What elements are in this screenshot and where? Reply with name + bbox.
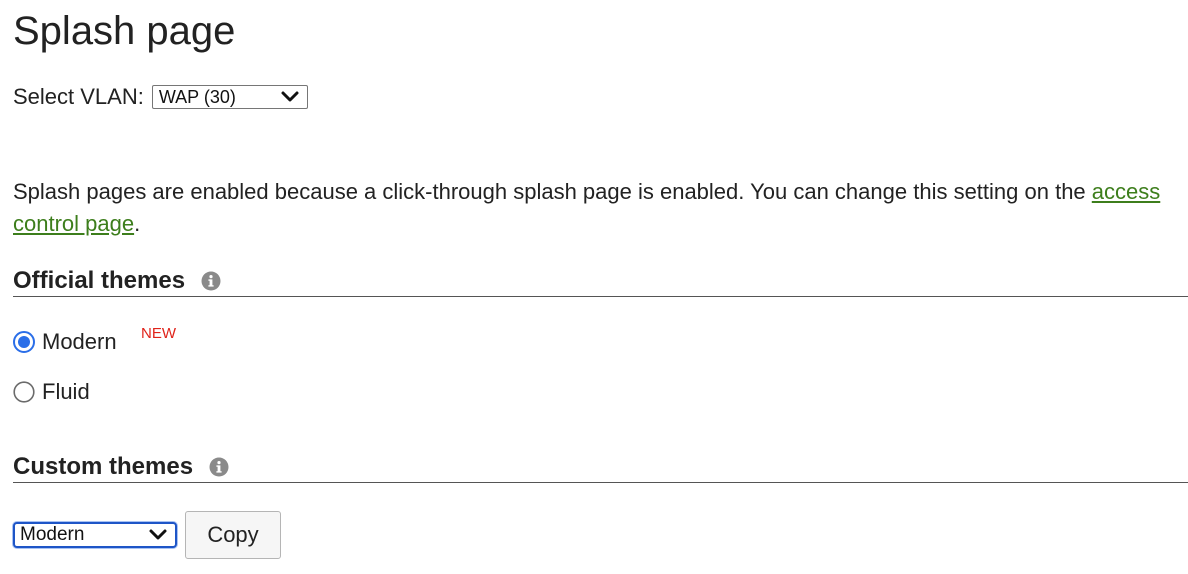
info-circle-icon[interactable] (201, 271, 221, 291)
chevron-down-icon (281, 91, 299, 102)
custom-theme-select-value: Modern (20, 524, 85, 545)
custom-theme-select[interactable]: Modern (13, 522, 177, 548)
page-title: Splash page (13, 9, 236, 53)
info-text-before: Splash pages are enabled because a click… (13, 179, 1092, 204)
chevron-down-icon (149, 529, 167, 540)
copy-button[interactable]: Copy (185, 511, 281, 559)
custom-themes-row: Modern Copy (13, 511, 281, 559)
radio-checked-icon[interactable] (13, 331, 35, 353)
official-themes-title: Official themes (13, 267, 186, 294)
info-circle-icon[interactable] (209, 457, 229, 477)
vlan-selector-row: Select VLAN: WAP (30) (13, 84, 308, 110)
theme-option-label: Fluid (42, 379, 90, 404)
theme-option-label: Modern (42, 329, 117, 354)
official-themes-header: Official themes (13, 266, 1188, 297)
custom-themes-header: Custom themes (13, 452, 1188, 483)
theme-option-fluid[interactable]: Fluid (13, 379, 90, 405)
new-badge: NEW (141, 325, 176, 342)
vlan-select-value: WAP (30) (158, 87, 236, 107)
splash-info-text: Splash pages are enabled because a click… (13, 176, 1185, 240)
vlan-label: Select VLAN: (13, 84, 144, 109)
info-text-after: . (134, 211, 141, 236)
vlan-select[interactable]: WAP (30) (151, 85, 308, 109)
theme-option-modern[interactable]: Modern (13, 329, 117, 355)
radio-unchecked-icon[interactable] (13, 381, 35, 403)
custom-themes-title: Custom themes (13, 453, 194, 480)
